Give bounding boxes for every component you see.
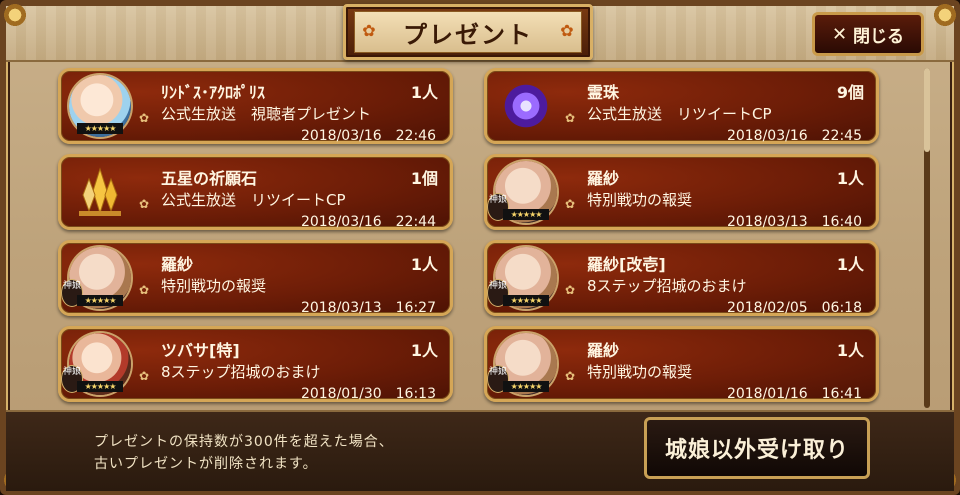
- present-date: 2018/03/13 16:40: [726, 214, 862, 230]
- crest-icon: ✿: [565, 197, 576, 211]
- notice-line-2: 古いプレゼントが削除されます。: [94, 456, 318, 472]
- present-date: 2018/03/13 16:27: [300, 300, 436, 316]
- scrollbar[interactable]: [924, 68, 930, 408]
- rarity-stars: ★★★★★: [77, 295, 123, 306]
- present-card[interactable]: 神娘 ★★★★★ ✿ 羅紗 1人 特別戦功の報奨 2018/03/13 16:2…: [58, 240, 453, 316]
- corner-ornament-icon: [934, 4, 956, 26]
- present-date: 2018/03/16 22:45: [726, 128, 862, 144]
- present-quantity: 1個: [410, 169, 438, 188]
- present-name: ツバサ[特]: [161, 341, 240, 360]
- present-name: ﾘﾝﾄﾞｽ･ｱｸﾛﾎﾟﾘｽ: [161, 83, 266, 102]
- corner-ornament-icon: [4, 4, 26, 26]
- present-quantity: 1人: [836, 341, 864, 360]
- rarity-stars: ★★★★★: [503, 381, 549, 392]
- present-date: 2018/03/16 22:44: [300, 214, 436, 230]
- close-button[interactable]: ✕ 閉じる: [812, 12, 924, 56]
- notice-line-1: プレゼントの保持数が300件を超えた場合、: [94, 434, 394, 450]
- present-name: 羅紗: [587, 169, 620, 188]
- present-date: 2018/03/16 22:46: [300, 128, 436, 144]
- present-quantity: 1人: [410, 83, 438, 102]
- title-plate: ✿ プレゼント ✿: [343, 4, 593, 60]
- close-label: 閉じる: [853, 26, 905, 47]
- crystal-icon: [69, 161, 131, 223]
- close-icon: ✕: [831, 23, 848, 45]
- scrollbar-thumb[interactable]: [924, 68, 930, 152]
- present-card[interactable]: ✿ 霊珠 9個 公式生放送 リツイートCP 2018/03/16 22:45: [484, 68, 879, 144]
- crest-icon: ✿: [565, 283, 576, 297]
- present-card[interactable]: 神娘 ★★★★★ ✿ 羅紗[改壱] 1人 8ステップ招城のおまけ 2018/02…: [484, 240, 879, 316]
- rarity-stars: ★★★★★: [503, 209, 549, 220]
- present-source: 特別戦功の報奨: [587, 191, 693, 209]
- present-source: 公式生放送 リツイートCP: [161, 191, 346, 209]
- spirit-orb-icon: [495, 75, 557, 137]
- present-quantity: 1人: [836, 255, 864, 274]
- present-name: 羅紗: [587, 341, 620, 360]
- crest-icon: ✿: [139, 197, 150, 211]
- present-quantity: 9個: [836, 83, 864, 102]
- present-source: 特別戦功の報奨: [587, 363, 693, 381]
- page-title: プレゼント: [403, 19, 533, 49]
- present-name: 霊珠: [587, 83, 620, 102]
- rarity-stars: ★★★★★: [77, 123, 123, 134]
- present-card[interactable]: 神娘 ★★★★★ ✿ 羅紗 1人 特別戦功の報奨 2018/03/13 16:4…: [484, 154, 879, 230]
- present-name: 五星の祈願石: [161, 169, 258, 188]
- present-name: 羅紗[改壱]: [587, 255, 666, 274]
- present-date: 2018/02/05 06:18: [726, 300, 862, 316]
- present-date: 2018/01/30 16:13: [300, 386, 436, 402]
- present-source: 公式生放送 視聴者プレゼント: [161, 105, 372, 123]
- crest-icon: ✿: [565, 111, 576, 125]
- receive-all-except-shiromusume-button[interactable]: 城娘以外受け取り: [644, 417, 870, 479]
- present-card[interactable]: 神娘 ★★★★★ ✿ ツバサ[特] 1人 8ステップ招城のおまけ 2018/01…: [58, 326, 453, 402]
- present-quantity: 1人: [836, 169, 864, 188]
- present-date: 2018/01/16 16:41: [726, 386, 862, 402]
- crest-icon: ✿: [139, 369, 150, 383]
- present-source: 特別戦功の報奨: [161, 277, 267, 295]
- present-card[interactable]: ★★★★★ ✿ ﾘﾝﾄﾞｽ･ｱｸﾛﾎﾟﾘｽ 1人 公式生放送 視聴者プレゼント …: [58, 68, 453, 144]
- present-quantity: 1人: [410, 255, 438, 274]
- crest-icon: ✿: [565, 369, 576, 383]
- present-card[interactable]: ✿ 五星の祈願石 1個 公式生放送 リツイートCP 2018/03/16 22:…: [58, 154, 453, 230]
- crest-icon: ✿: [139, 283, 150, 297]
- rarity-stars: ★★★★★: [77, 381, 123, 392]
- flower-icon: ✿: [560, 21, 574, 40]
- flower-icon: ✿: [362, 21, 376, 40]
- present-list: ★★★★★ ✿ ﾘﾝﾄﾞｽ･ｱｸﾛﾎﾟﾘｽ 1人 公式生放送 視聴者プレゼント …: [40, 66, 920, 406]
- crest-icon: ✿: [139, 111, 150, 125]
- present-source: 公式生放送 リツイートCP: [587, 105, 772, 123]
- present-name: 羅紗: [161, 255, 194, 274]
- present-source: 8ステップ招城のおまけ: [161, 363, 321, 381]
- present-quantity: 1人: [410, 341, 438, 360]
- retention-notice: プレゼントの保持数が300件を超えた場合、 古いプレゼントが削除されます。: [94, 431, 394, 475]
- title-inner: ✿ プレゼント ✿: [354, 11, 582, 53]
- present-source: 8ステップ招城のおまけ: [587, 277, 747, 295]
- present-card[interactable]: 神娘 ★★★★★ ✿ 羅紗 1人 特別戦功の報奨 2018/01/16 16:4…: [484, 326, 879, 402]
- rarity-stars: ★★★★★: [503, 295, 549, 306]
